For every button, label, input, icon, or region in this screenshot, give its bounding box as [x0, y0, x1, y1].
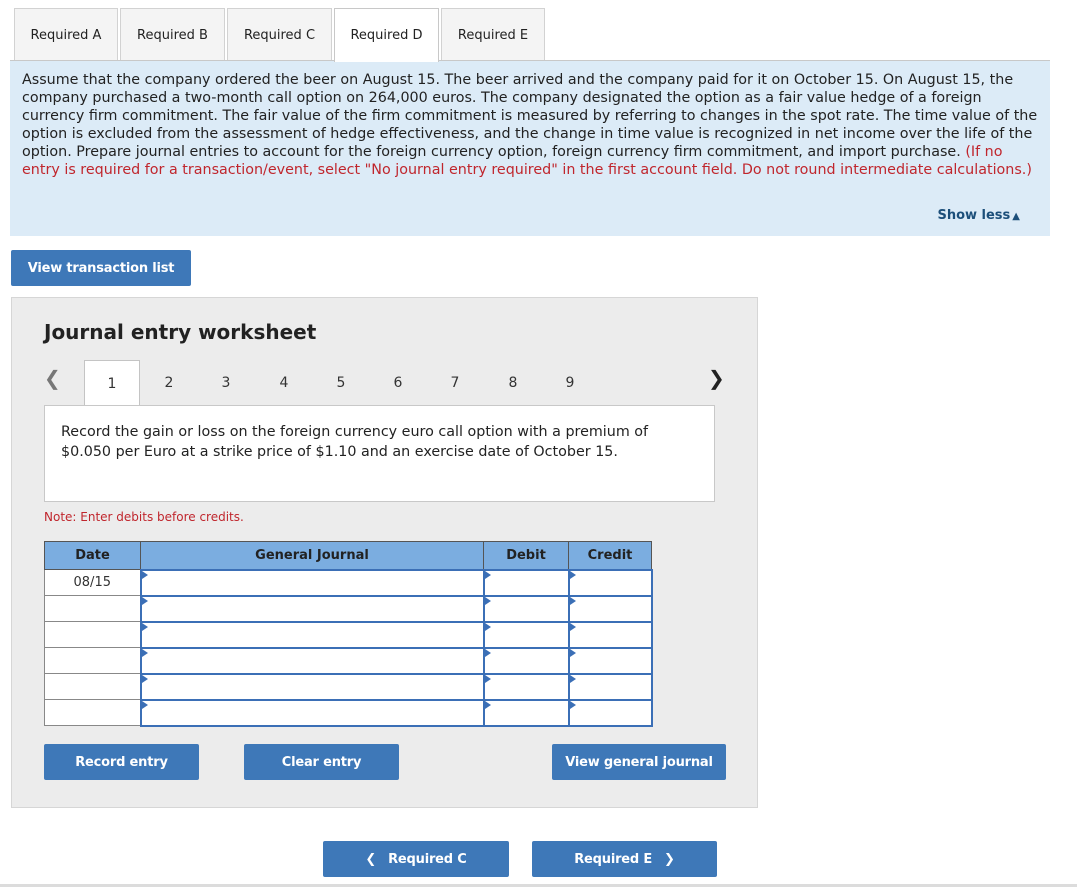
page-tab-1[interactable]: 1: [84, 360, 140, 407]
page-tab-5[interactable]: 5: [313, 360, 369, 406]
date-cell[interactable]: [44, 647, 141, 674]
credit-field[interactable]: [567, 568, 653, 597]
chevron-left-icon: ❮: [365, 851, 377, 867]
debit-field[interactable]: [482, 594, 570, 623]
account-field[interactable]: [139, 568, 485, 597]
requirement-tabs: Required A Required B Required C Require…: [14, 8, 547, 62]
account-field[interactable]: [139, 594, 485, 623]
date-cell[interactable]: 08/15: [44, 569, 141, 596]
problem-statement: Assume that the company ordered the beer…: [10, 61, 1050, 236]
credit-column-header: Credit: [568, 541, 652, 570]
prev-required-label: Required C: [388, 851, 467, 867]
credit-field[interactable]: [567, 672, 653, 701]
page-tab-7[interactable]: 7: [427, 360, 483, 406]
page-tab-2[interactable]: 2: [141, 360, 197, 406]
credit-field[interactable]: [567, 698, 653, 727]
debit-field[interactable]: [482, 672, 570, 701]
tab-required-a[interactable]: Required A: [14, 8, 118, 61]
table-row: [44, 646, 653, 675]
entry-note: Note: Enter debits before credits.: [44, 510, 244, 524]
credit-field[interactable]: [567, 620, 653, 649]
worksheet-title: Journal entry worksheet: [44, 320, 317, 344]
date-column-header: Date: [44, 541, 141, 570]
table-row: 08/15: [44, 568, 653, 597]
credit-field[interactable]: [567, 594, 653, 623]
date-cell[interactable]: [44, 673, 141, 700]
date-cell[interactable]: [44, 621, 141, 648]
view-general-journal-button[interactable]: View general journal: [552, 744, 726, 780]
page-tab-3[interactable]: 3: [198, 360, 254, 406]
next-required-label: Required E: [574, 851, 653, 867]
view-transaction-list-button[interactable]: View transaction list: [11, 250, 191, 286]
journal-entry-worksheet: Journal entry worksheet ❮ 1 2 3 4 5 6 7 …: [11, 297, 758, 808]
debit-field[interactable]: [482, 646, 570, 675]
worksheet-pager: ❮ 1 2 3 4 5 6 7 8 9 ❯: [12, 360, 759, 407]
page-tab-6[interactable]: 6: [370, 360, 426, 406]
account-field[interactable]: [139, 672, 485, 701]
tab-required-e[interactable]: Required E: [441, 8, 545, 61]
chevron-left-icon[interactable]: ❮: [44, 366, 61, 390]
caret-up-icon: ▲: [1012, 211, 1020, 222]
tab-required-d[interactable]: Required D: [334, 8, 439, 62]
tab-required-b[interactable]: Required B: [120, 8, 225, 61]
next-required-button[interactable]: Required E ❯: [532, 841, 717, 877]
clear-entry-button[interactable]: Clear entry: [244, 744, 399, 780]
date-cell[interactable]: [44, 699, 141, 726]
record-entry-button[interactable]: Record entry: [44, 744, 199, 780]
account-field[interactable]: [139, 620, 485, 649]
problem-text: Assume that the company ordered the beer…: [22, 72, 1038, 160]
page-tab-4[interactable]: 4: [256, 360, 312, 406]
chevron-right-icon[interactable]: ❯: [708, 366, 725, 390]
debit-field[interactable]: [482, 568, 570, 597]
table-row: [44, 698, 653, 727]
date-cell[interactable]: [44, 595, 141, 622]
table-row: [44, 672, 653, 701]
debit-field[interactable]: [482, 620, 570, 649]
entry-instruction: Record the gain or loss on the foreign c…: [44, 405, 715, 502]
show-less-link[interactable]: Show less ▲: [937, 207, 1020, 226]
general-journal-header-label: General Journal: [255, 547, 369, 563]
show-less-label: Show less: [937, 208, 1011, 223]
account-field[interactable]: [139, 646, 485, 675]
credit-field[interactable]: [567, 646, 653, 675]
table-row: [44, 594, 653, 623]
tab-required-c[interactable]: Required C: [227, 8, 332, 61]
debit-column-header: Debit: [483, 541, 569, 570]
general-journal-column-header: General Journal: [140, 541, 484, 570]
account-field[interactable]: [139, 698, 485, 727]
debit-field[interactable]: [482, 698, 570, 727]
page-tab-8[interactable]: 8: [485, 360, 541, 406]
table-row: [44, 620, 653, 649]
journal-table: Date General Journal Debit Credit 08/15: [44, 541, 653, 727]
page-tab-9[interactable]: 9: [542, 360, 598, 406]
prev-required-button[interactable]: ❮ Required C: [323, 841, 509, 877]
chevron-right-icon: ❯: [664, 851, 675, 867]
